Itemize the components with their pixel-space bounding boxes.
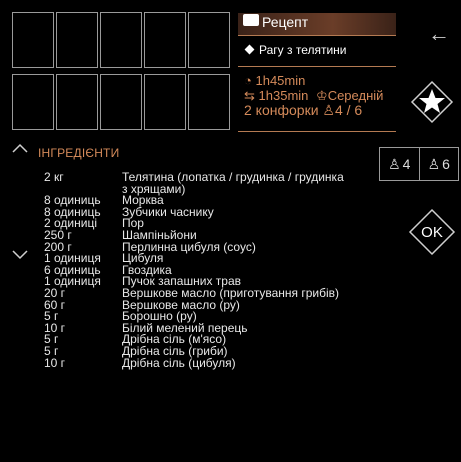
divider — [238, 66, 396, 67]
ingredient-quantity: 2 кг — [44, 170, 64, 184]
difficulty: Середній — [327, 88, 384, 103]
clock-icon: ◔ — [244, 73, 252, 88]
cook-time: 1h35min — [258, 88, 309, 103]
portion-selector: ♙ 4 ♙ 6 — [379, 147, 459, 181]
servings: 4 / 6 — [334, 102, 363, 118]
ingredient-name: Зубчики часнику — [122, 204, 214, 219]
star-icon — [419, 89, 445, 113]
person-icon: ♙ — [427, 155, 441, 172]
ingredient-name: Телятина (лопатка / грудинка / грудинка … — [122, 170, 344, 196]
favorite-button[interactable] — [410, 80, 454, 124]
thumbnail[interactable] — [56, 12, 98, 68]
portion-6-button[interactable]: ♙ 6 — [418, 148, 459, 180]
recipe-name: Рагу з телятини — [244, 43, 347, 57]
book-icon — [243, 14, 259, 26]
thumbnail[interactable] — [144, 74, 186, 130]
ingredient-name: Дрібна сіль (цибуля) — [122, 355, 236, 370]
thumbnail[interactable] — [12, 74, 54, 130]
diamond-icon — [244, 44, 255, 55]
chevron-down-icon[interactable] — [12, 250, 28, 260]
thumbnail[interactable] — [100, 74, 142, 130]
divider — [238, 131, 396, 132]
person-icon: ♙ — [388, 155, 401, 172]
thumbnail[interactable] — [144, 12, 186, 68]
ingredient-row: 2 кг Телятина (лопатка / грудинка / груди… — [44, 170, 344, 196]
page-title-text: Рецепт — [262, 14, 309, 30]
ingredient-row: 10 г Дрібна сіль (цибуля) — [44, 355, 344, 370]
back-button[interactable]: ← — [424, 21, 454, 46]
ingredients-heading: ІНГРЕДІЄНТИ — [38, 146, 120, 160]
ingredient-quantity: 10 г — [44, 355, 66, 370]
arrow-left-icon: ← — [428, 21, 450, 46]
thumbnail[interactable] — [12, 12, 54, 68]
ok-label: OK — [421, 224, 443, 241]
thumbnail[interactable] — [100, 12, 142, 68]
pot-icon: ⇆ — [244, 88, 255, 103]
total-time: 1h45min — [255, 73, 306, 88]
divider — [238, 35, 396, 36]
chef-hat-icon: ♔ — [316, 88, 328, 103]
thumbnail-grid — [12, 12, 230, 130]
thumbnail[interactable] — [56, 74, 98, 130]
portion-4-button[interactable]: ♙ 4 — [380, 148, 419, 180]
ingredient-list: 2 кг Телятина (лопатка / грудинка / груди… — [44, 170, 344, 370]
person-icon: ♙ — [322, 102, 335, 118]
page-title: Рецепт — [243, 14, 308, 30]
recipe-name-text: Рагу з телятини — [259, 43, 347, 57]
recipe-info: ◔ 1h45min ⇆ 1h35min ♔Середній 2 конфорки… — [244, 73, 383, 118]
thumbnail[interactable] — [188, 74, 230, 130]
burners: 2 конфорки — [244, 102, 319, 118]
thumbnail[interactable] — [188, 12, 230, 68]
chevron-up-icon[interactable] — [12, 143, 28, 153]
